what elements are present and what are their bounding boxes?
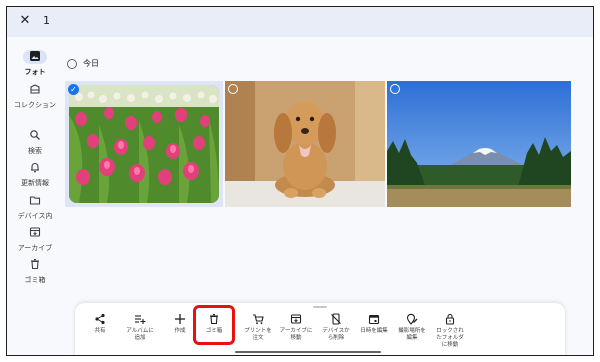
search-icon (23, 129, 47, 143)
order-prints-button[interactable]: プリントを 注文 (239, 313, 277, 342)
trash-button[interactable]: ゴミ箱 (195, 313, 233, 335)
action-bar: 共有 アルバムに 追加 作成 ゴミ箱 プリントを 注文 アーカイブに 移動 デバ… (75, 303, 565, 355)
sidebar-item-collection[interactable]: コレクション (7, 82, 63, 110)
sidebar-item-search[interactable]: 検索 (7, 128, 63, 156)
sidebar-item-label: フォト (24, 68, 46, 76)
move-to-locked-folder-label: ロックされ たフォルダ に移動 (436, 328, 464, 348)
close-icon[interactable]: ✕ (17, 13, 33, 29)
add-to-album-icon (121, 313, 159, 325)
create-button[interactable]: 作成 (161, 313, 199, 335)
select-circle-icon[interactable] (390, 84, 400, 94)
move-to-archive-button[interactable]: アーカイブに 移動 (277, 313, 315, 342)
sidebar-item-updates[interactable]: 更新情報 (7, 160, 63, 188)
photo-image (387, 81, 571, 207)
select-date-checkbox[interactable] (67, 59, 77, 69)
scroll-indicator (235, 351, 381, 353)
collection-icon (23, 83, 47, 97)
create-label: 作成 (174, 328, 186, 334)
delete-from-device-icon (317, 313, 355, 325)
photo-image (69, 85, 219, 203)
sidebar-item-photos[interactable]: フォト (7, 49, 63, 77)
sidebar: フォト コレクション 検索 更新情報 デバイス内 アーカイブ ゴミ箱 (7, 37, 63, 355)
sidebar-item-archive[interactable]: アーカイブ (7, 225, 63, 253)
cart-icon (239, 313, 277, 325)
photo-thumbnail-puppy[interactable] (225, 81, 385, 207)
sidebar-item-on-device[interactable]: デバイス内 (7, 193, 63, 221)
app-window: ✕ 1 フォト コレクション 検索 更新情報 デバイス内 アーカイブ ゴミ箱 今… (6, 6, 594, 356)
move-to-archive-label: アーカイブに 移動 (279, 328, 313, 341)
sidebar-item-label: アーカイブ (17, 244, 53, 252)
archive-icon (277, 313, 315, 325)
drag-handle[interactable] (313, 306, 327, 308)
photo-thumbnail-tulips[interactable]: ✓ (65, 81, 223, 207)
plus-icon (161, 313, 199, 325)
photo-image (225, 81, 385, 207)
select-circle-icon[interactable] (228, 84, 238, 94)
add-to-album-button[interactable]: アルバムに 追加 (121, 313, 159, 342)
bell-icon (23, 161, 47, 175)
selection-toolbar: ✕ 1 (7, 7, 593, 37)
folder-icon (23, 194, 47, 208)
trash-icon (23, 258, 47, 272)
sidebar-item-label: デバイス内 (17, 212, 53, 220)
delete-from-device-button[interactable]: デバイスか ら削除 (317, 313, 355, 342)
archive-icon (23, 226, 47, 240)
photo-icon (23, 50, 47, 64)
sidebar-item-label: コレクション (14, 101, 56, 109)
edit-location-button[interactable]: 撮影場所を 編集 (393, 313, 431, 342)
edit-date-button[interactable]: 日時を編集 (355, 313, 393, 335)
share-label: 共有 (94, 328, 106, 334)
move-to-locked-folder-button[interactable]: ロックされ たフォルダ に移動 (431, 313, 469, 349)
lock-icon (431, 313, 469, 325)
delete-from-device-label: デバイスか ら削除 (322, 328, 350, 341)
share-button[interactable]: 共有 (81, 313, 119, 335)
photo-thumbnail-mountain[interactable] (387, 81, 571, 207)
location-edit-icon (393, 313, 431, 325)
sidebar-item-label: ゴミ箱 (24, 276, 46, 284)
checkmark-icon[interactable]: ✓ (68, 84, 79, 95)
trash-label: ゴミ箱 (205, 328, 223, 334)
edit-location-label: 撮影場所を 編集 (398, 328, 426, 341)
add-to-album-label: アルバムに 追加 (126, 328, 154, 341)
calendar-icon (355, 313, 393, 325)
trash-icon (195, 313, 233, 325)
order-prints-label: プリントを 注文 (244, 328, 272, 341)
edit-date-label: 日時を編集 (360, 328, 388, 334)
date-label: 今日 (83, 59, 99, 68)
sidebar-item-label: 検索 (28, 147, 42, 155)
share-icon (81, 313, 119, 325)
sidebar-item-label: 更新情報 (21, 179, 49, 187)
selected-count: 1 (43, 14, 50, 27)
sidebar-item-trash[interactable]: ゴミ箱 (7, 257, 63, 285)
